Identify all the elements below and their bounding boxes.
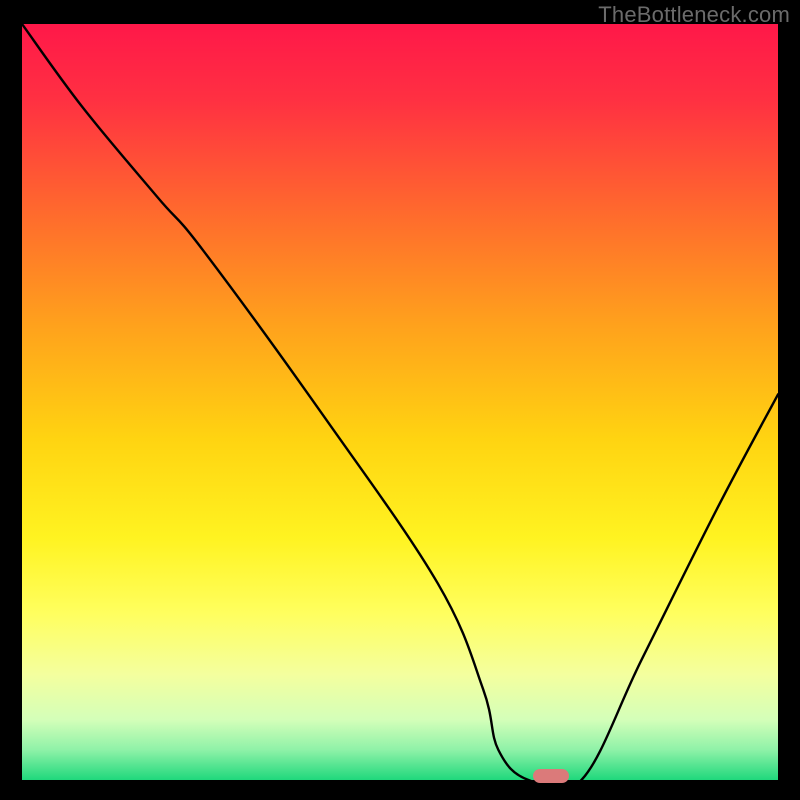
chart-svg	[22, 24, 778, 780]
chart-frame: TheBottleneck.com	[0, 0, 800, 800]
plot-area	[22, 24, 778, 780]
watermark-text: TheBottleneck.com	[598, 2, 790, 28]
gradient-background	[22, 24, 778, 780]
optimal-marker	[533, 769, 569, 783]
